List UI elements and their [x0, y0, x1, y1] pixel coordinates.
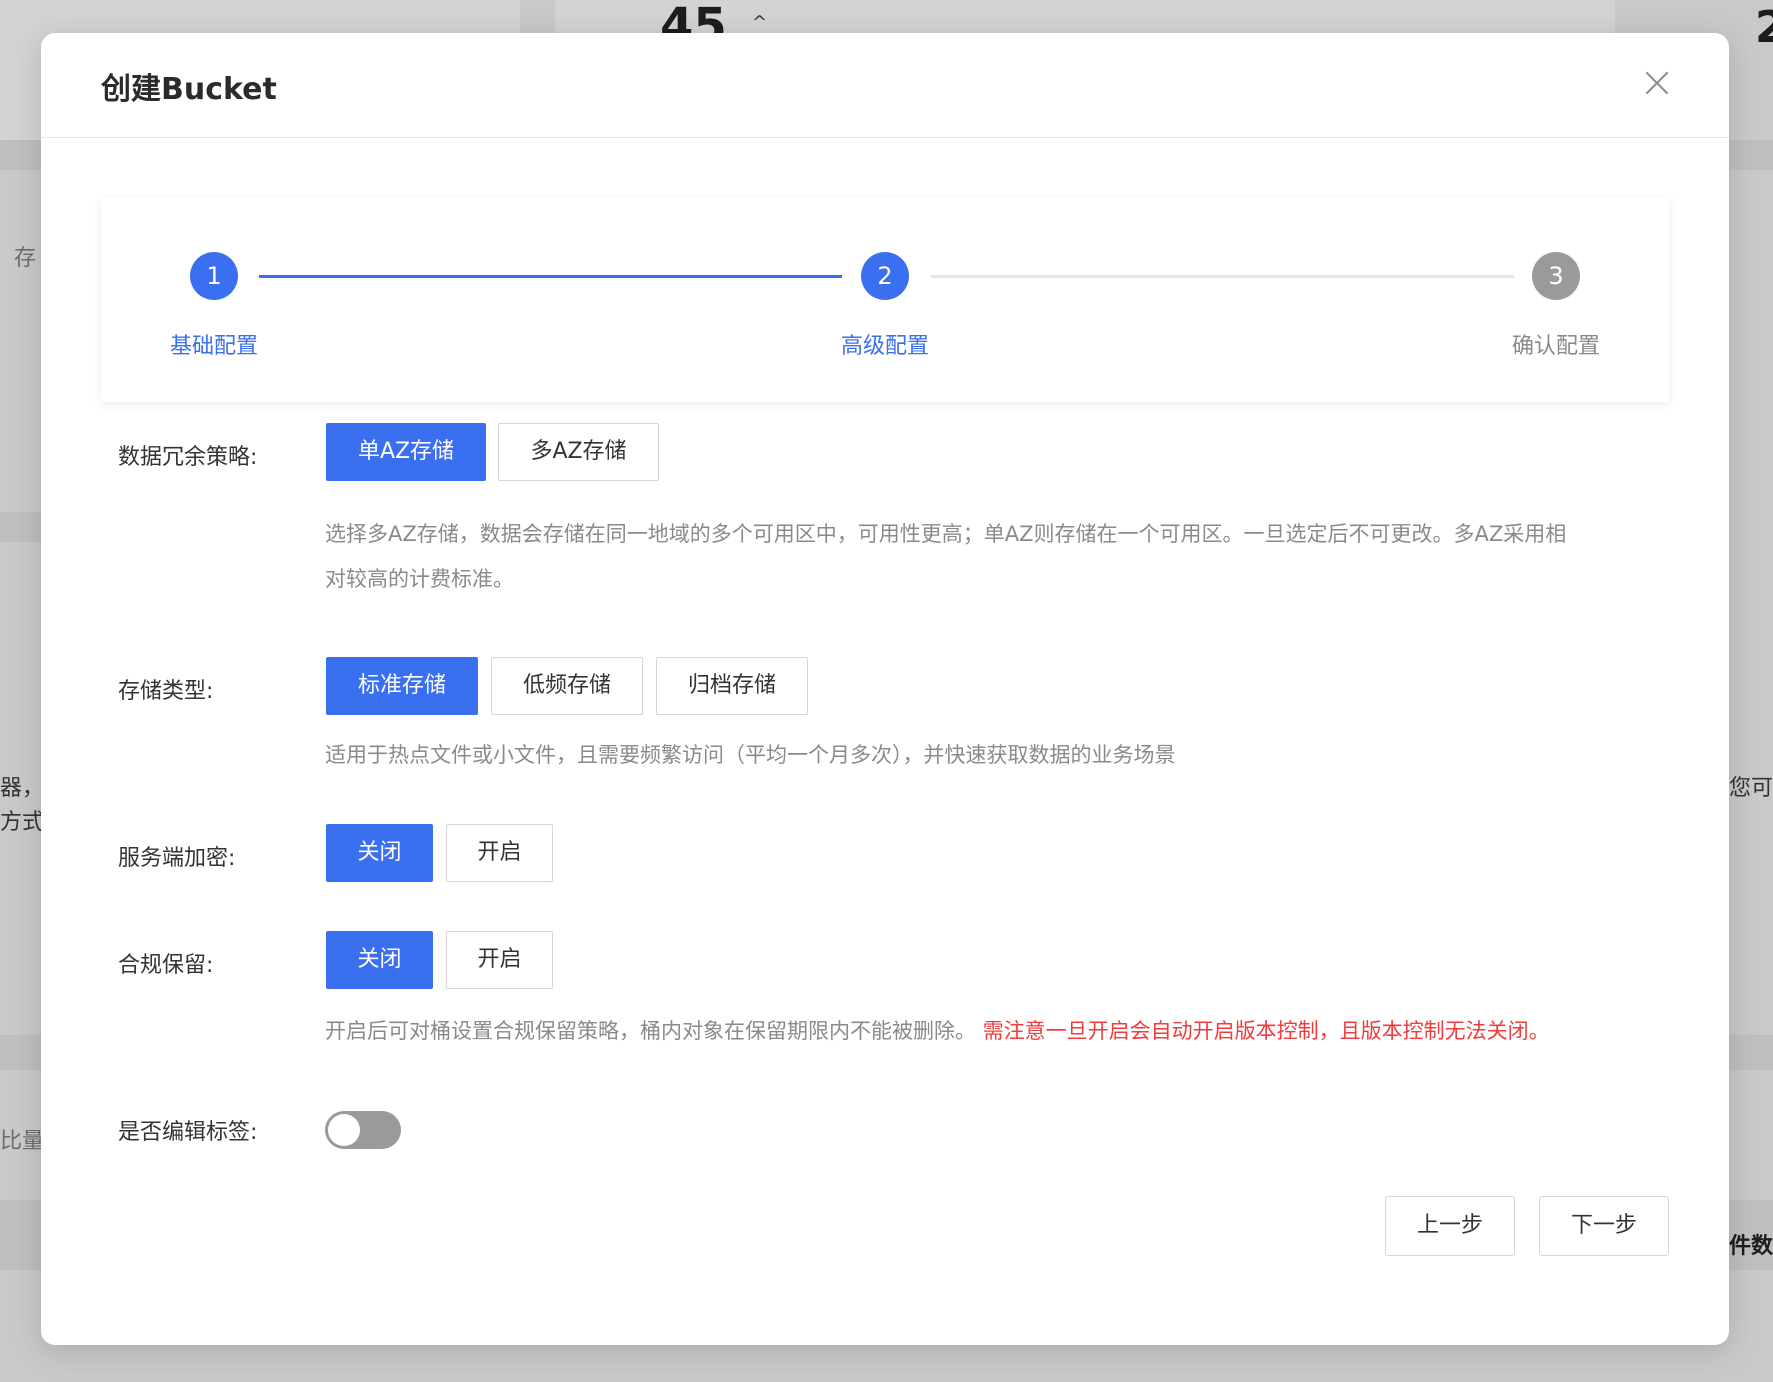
bg-stat-number: 2 — [1755, 2, 1773, 53]
edit-tags-toggle[interactable] — [325, 1111, 401, 1149]
encryption-off-button[interactable]: 关闭 — [326, 824, 433, 882]
compliance-warning: 需注意一旦开启会自动开启版本控制，且版本控制无法关闭。 — [982, 1019, 1550, 1043]
bg-text-fragment: 您可以 — [1729, 776, 1773, 801]
bg-text-fragment: 器， — [0, 776, 45, 801]
bg-text-fragment: 方式 — [0, 810, 45, 835]
redundancy-label: 数据冗余策略: — [118, 445, 258, 470]
archive-storage-button[interactable]: 归档存储 — [656, 657, 808, 715]
modal-header: 创建Bucket — [41, 33, 1729, 138]
encryption-on-button[interactable]: 开启 — [446, 824, 553, 882]
redundancy-hint-line2: 对较高的计费标准。 — [325, 567, 514, 591]
step-1-label: 基础配置 — [169, 334, 258, 359]
step-connector-done — [259, 275, 842, 278]
bg-divider — [0, 1035, 41, 1070]
bg-divider — [0, 140, 41, 170]
bg-divider — [0, 1200, 41, 1270]
step-2-circle: 2 — [861, 252, 909, 300]
bg-text-fragment: 件数 — [1729, 1234, 1773, 1259]
standard-storage-button[interactable]: 标准存储 — [326, 657, 478, 715]
step-2-label: 高级配置 — [840, 334, 929, 359]
step-3-circle: 3 — [1532, 252, 1580, 300]
compliance-off-button[interactable]: 关闭 — [326, 931, 433, 989]
storage-type-label: 存储类型: — [118, 679, 214, 704]
step-connector-todo — [931, 275, 1514, 278]
step-1-circle: 1 — [190, 252, 238, 300]
create-bucket-modal: 创建Bucket 1 基础配置 2 高级配置 3 确认配置 数据冗余策略: 单A… — [41, 33, 1729, 1345]
compliance-hint-text: 开启后可对桶设置合规保留策略，桶内对象在保留期限内不能被删除。 — [325, 1019, 976, 1043]
prev-step-button[interactable]: 上一步 — [1385, 1196, 1515, 1256]
infrequent-storage-button[interactable]: 低频存储 — [491, 657, 643, 715]
compliance-on-button[interactable]: 开启 — [446, 931, 553, 989]
toggle-knob — [328, 1114, 360, 1146]
step-3-label: 确认配置 — [1511, 334, 1600, 359]
bg-divider — [1729, 140, 1773, 170]
close-icon[interactable] — [1645, 71, 1669, 95]
single-az-button[interactable]: 单AZ存储 — [326, 423, 486, 481]
edit-tags-label: 是否编辑标签: — [118, 1120, 258, 1145]
storage-type-hint: 适用于热点文件或小文件，且需要频繁访问（平均一个月多次），并快速获取数据的业务场… — [325, 743, 1176, 767]
stepper: 1 基础配置 2 高级配置 3 确认配置 — [101, 197, 1669, 402]
encryption-label: 服务端加密: — [118, 846, 236, 871]
redundancy-hint-line1: 选择多AZ存储，数据会存储在同一地域的多个可用区中，可用性更高；单AZ则存储在一… — [325, 522, 1567, 546]
next-step-button[interactable]: 下一步 — [1539, 1196, 1669, 1256]
modal-title: 创建Bucket — [101, 72, 277, 107]
multi-az-button[interactable]: 多AZ存储 — [498, 423, 659, 481]
bg-divider — [1729, 1035, 1773, 1070]
caret-up-icon: ^ — [752, 12, 768, 33]
bg-text-fragment: 存 — [14, 246, 37, 271]
compliance-label: 合规保留: — [118, 953, 214, 978]
compliance-hint: 开启后可对桶设置合规保留策略，桶内对象在保留期限内不能被删除。 需注意一旦开启会… — [325, 1009, 1550, 1054]
bg-divider — [0, 512, 41, 542]
